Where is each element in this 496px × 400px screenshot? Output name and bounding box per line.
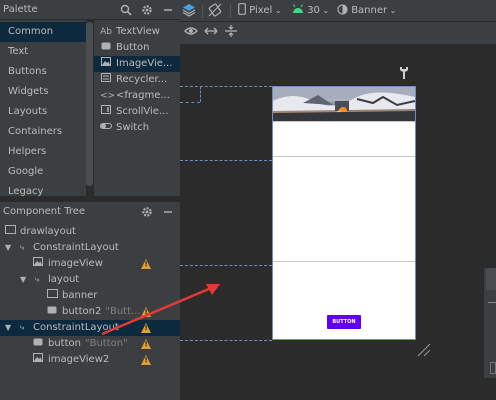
preview-image[interactable] — [273, 87, 415, 121]
constraint-guide — [180, 340, 272, 341]
expand-arrow-icon[interactable]: ▼ — [20, 272, 28, 288]
tree-row-constraintlayout[interactable]: ▼ ⤷ ConstraintLayout — [0, 240, 180, 256]
button-icon — [46, 304, 58, 320]
constraint-icon: ⤷ — [34, 275, 40, 285]
category-buttons[interactable]: Buttons — [0, 62, 86, 82]
category-widgets[interactable]: Widgets — [0, 82, 86, 102]
category-layouts[interactable]: Layouts — [0, 102, 86, 122]
category-legacy[interactable]: Legacy — [0, 182, 86, 196]
android-icon — [293, 4, 303, 13]
expand-vertical-icon[interactable] — [224, 25, 238, 41]
device-preview[interactable]: BUTTON — [272, 86, 416, 340]
device-selector[interactable]: Pixel ⌄ — [238, 3, 282, 19]
code-icon: <> — [100, 91, 116, 101]
constraint-guide — [180, 102, 200, 103]
expand-arrow-icon[interactable]: ▼ — [5, 240, 13, 256]
tree-minimize-icon[interactable] — [160, 204, 176, 220]
resize-handle-icon[interactable] — [416, 342, 432, 358]
category-helpers[interactable]: Helpers — [0, 142, 86, 162]
preview-button[interactable]: BUTTON — [327, 315, 361, 329]
chevron-down-icon: ⌄ — [387, 6, 397, 15]
chevron-down-icon: ⌄ — [319, 6, 330, 15]
panel-checkbox[interactable] — [490, 362, 496, 374]
palette-item-switch[interactable]: Switch — [94, 120, 180, 136]
tree-row-imageview[interactable]: imageView — [0, 256, 180, 272]
button-icon — [100, 40, 112, 56]
tree-row-drawlayout[interactable]: drawlayout — [0, 224, 180, 240]
photo-scene — [273, 87, 415, 121]
text-icon: Ab — [100, 27, 112, 37]
gear-icon[interactable] — [139, 2, 155, 18]
category-google[interactable]: Google — [0, 162, 86, 182]
tree-row-imageview2[interactable]: imageView2 — [0, 352, 180, 368]
expand-arrow-icon[interactable]: ▼ — [5, 320, 13, 336]
warning-icon[interactable] — [141, 259, 151, 269]
category-common[interactable]: Common — [0, 22, 86, 42]
layout-divider — [273, 156, 415, 157]
list-icon — [100, 72, 112, 88]
wrench-icon[interactable] — [398, 66, 412, 80]
palette-title: Palette — [3, 4, 38, 15]
layout-icon — [4, 224, 16, 240]
panel-tab[interactable] — [486, 268, 496, 290]
eye-icon[interactable] — [184, 25, 198, 41]
layers-icon[interactable] — [182, 3, 196, 19]
layout-icon — [46, 288, 58, 304]
tree-row-button[interactable]: button "Button" — [0, 336, 180, 352]
orientation-icon[interactable] — [208, 3, 222, 19]
palette-items: Ab TextView Button ImageVie... Recycler.… — [94, 20, 180, 196]
category-containers[interactable]: Containers — [0, 122, 86, 142]
constraint-guide — [180, 265, 272, 266]
panel-edge-mark — [490, 344, 496, 352]
expand-horizontal-icon[interactable] — [204, 25, 218, 41]
api-selector[interactable]: 30 ⌄ — [292, 3, 329, 19]
component-tree-title: Component Tree — [3, 206, 86, 217]
warning-icon[interactable] — [141, 355, 151, 365]
palette-categories: Common Text Buttons Widgets Layouts Cont… — [0, 20, 86, 196]
constraint-guide — [180, 160, 272, 161]
layout-divider — [273, 261, 415, 262]
category-scrollbar[interactable] — [86, 22, 93, 186]
constraint-guide — [200, 86, 201, 102]
view-options-toolbar — [180, 22, 496, 44]
palette-item-scrollview[interactable]: ScrollVie... — [94, 104, 180, 120]
palette-item-fragment[interactable]: <> <fragme... — [94, 88, 180, 104]
annotation-arrow — [100, 278, 230, 338]
constraint-guide — [180, 86, 272, 87]
theme-icon — [337, 4, 348, 15]
warning-icon[interactable] — [141, 339, 151, 349]
tree-gear-icon[interactable] — [139, 204, 155, 220]
phone-icon — [238, 3, 246, 15]
image-icon — [100, 56, 112, 72]
minimize-icon[interactable] — [160, 2, 176, 18]
category-text[interactable]: Text — [0, 42, 86, 62]
layout-divider — [273, 121, 415, 122]
theme-selector[interactable]: Banner ⌄ — [337, 3, 396, 19]
constraint-icon: ⤷ — [19, 243, 25, 253]
constraint-icon: ⤷ — [19, 323, 25, 333]
chevron-down-icon: ⌄ — [272, 6, 282, 15]
scroll-icon — [100, 104, 112, 120]
image-icon — [32, 352, 44, 368]
palette-item-recyclerview[interactable]: Recycler... — [94, 72, 180, 88]
image-icon — [32, 256, 44, 272]
palette-item-imageview[interactable]: ImageVie... — [94, 56, 180, 72]
design-toolbar: Pixel ⌄ 30 ⌄ Banner ⌄ — [180, 0, 496, 22]
palette-item-button[interactable]: Button — [94, 40, 180, 56]
palette-item-textview[interactable]: Ab TextView — [94, 24, 180, 40]
button-icon — [32, 336, 44, 352]
switch-icon — [100, 120, 112, 136]
panel-line — [488, 302, 496, 303]
search-icon[interactable] — [118, 2, 134, 18]
